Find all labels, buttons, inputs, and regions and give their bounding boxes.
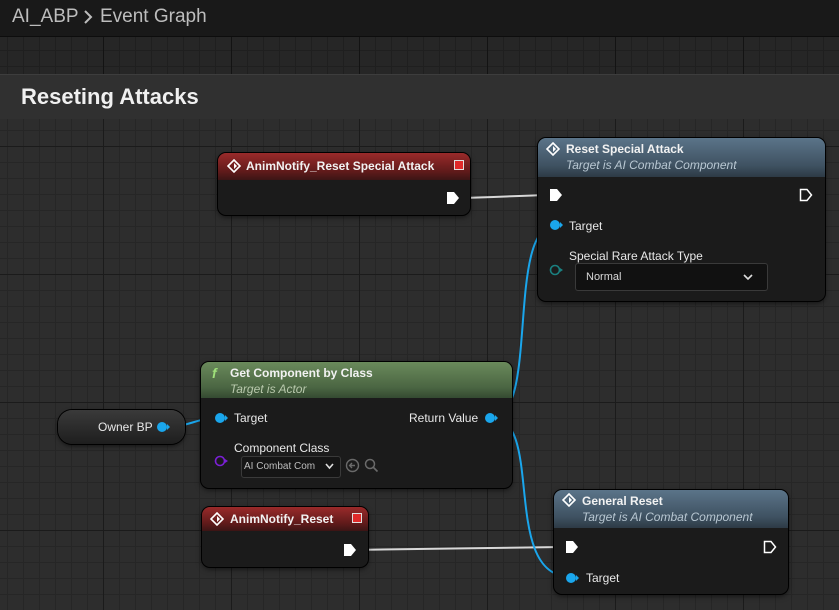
return-value-label: Return Value <box>409 411 479 425</box>
object-target-pin[interactable] <box>214 412 228 424</box>
function-node-reset-special-attack[interactable]: Reset Special Attack Target is AI Combat… <box>538 138 825 301</box>
delegate-pin-icon[interactable] <box>352 513 362 523</box>
dropdown-value: AI Combat Com <box>244 461 316 472</box>
object-output-pin[interactable] <box>156 421 170 433</box>
object-return-pin[interactable] <box>484 412 498 424</box>
target-pin-label: Target <box>586 571 620 585</box>
exec-in-pin[interactable] <box>549 188 563 202</box>
function-node-get-component-by-class[interactable]: f Get Component by Class Target is Actor… <box>201 362 512 488</box>
node-subtitle: Target is AI Combat Component <box>566 158 737 172</box>
event-node-animnotify-special[interactable]: AnimNotify_Reset Special Attack <box>218 153 470 215</box>
diamond-event-icon <box>210 512 224 526</box>
target-pin-label: Target <box>234 411 268 425</box>
event-node-animnotify-reset[interactable]: AnimNotify_Reset <box>202 507 368 567</box>
dropdown-value: Normal <box>586 271 622 283</box>
diamond-event-icon <box>562 493 576 507</box>
exec-out-pin[interactable] <box>446 191 460 205</box>
diamond-event-icon <box>227 159 241 173</box>
function-node-general-reset[interactable]: General Reset Target is AI Combat Compon… <box>554 490 788 594</box>
exec-out-pin[interactable] <box>343 543 357 557</box>
component-class-dropdown[interactable]: AI Combat Com <box>241 456 341 478</box>
exec-wire-general <box>349 546 563 551</box>
node-title: Get Component by Class <box>230 366 373 380</box>
exec-in-pin[interactable] <box>565 540 579 554</box>
exec-out-pin[interactable] <box>763 540 777 554</box>
node-subtitle: Target is Actor <box>230 382 307 396</box>
node-title: Reset Special Attack <box>566 142 684 156</box>
variable-label: Owner BP <box>98 420 153 434</box>
component-class-label: Component Class <box>234 441 330 455</box>
object-target-pin[interactable] <box>549 219 563 231</box>
class-pin[interactable] <box>214 455 228 467</box>
target-pin-label: Target <box>569 219 603 233</box>
exec-out-pin[interactable] <box>799 188 813 202</box>
node-title: AnimNotify_Reset <box>230 512 334 526</box>
delegate-pin-icon[interactable] <box>454 160 464 170</box>
diamond-event-icon <box>546 142 560 156</box>
node-title: General Reset <box>582 494 663 508</box>
magnifier-icon[interactable] <box>364 458 379 473</box>
chevron-down-icon <box>743 274 753 281</box>
exec-wire-special <box>459 194 549 199</box>
enum-pin[interactable] <box>549 264 563 276</box>
variable-node-owner-bp[interactable]: Owner BP <box>58 410 185 444</box>
node-title: AnimNotify_Reset Special Attack <box>246 159 435 173</box>
function-f-icon: f <box>212 365 217 381</box>
object-target-pin[interactable] <box>565 572 579 584</box>
chevron-down-icon <box>325 463 334 470</box>
node-subtitle: Target is AI Combat Component <box>582 510 753 524</box>
enum-pin-label: Special Rare Attack Type <box>569 249 703 263</box>
attack-type-dropdown[interactable]: Normal <box>575 263 768 291</box>
arrow-left-circle-icon[interactable] <box>345 458 360 473</box>
